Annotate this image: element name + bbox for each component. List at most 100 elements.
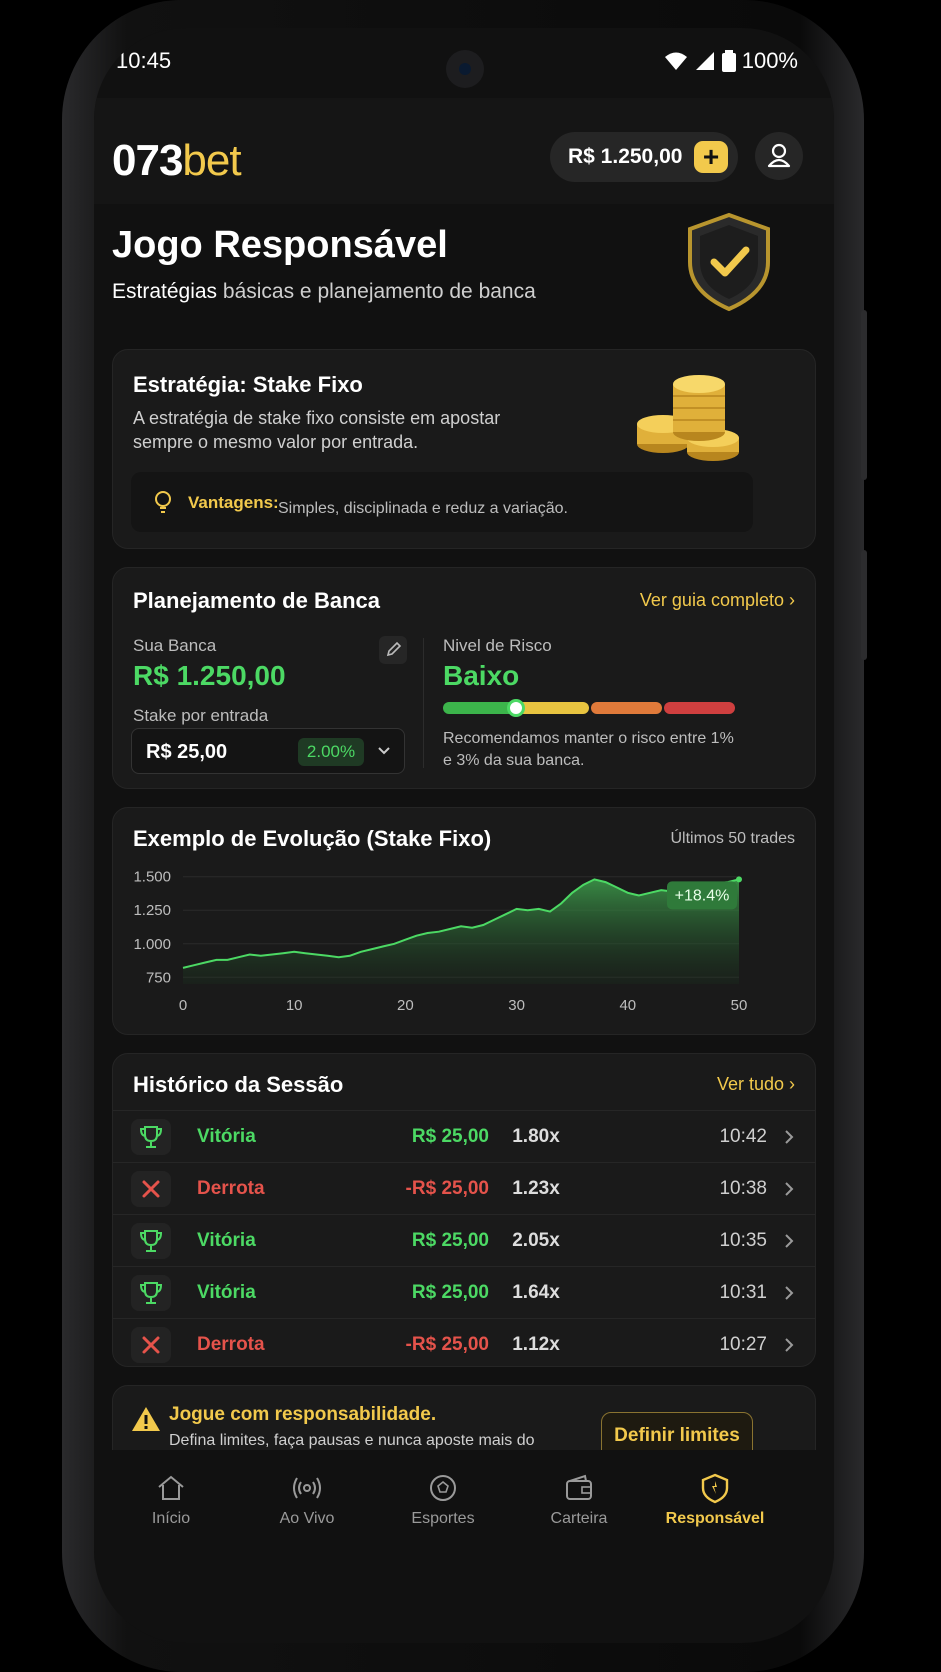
chevron-right-icon [785,1234,794,1248]
history-row[interactable]: Derrota -R$ 25,00 1.23x 10:38 [113,1162,815,1214]
x-tick-label: 50 [731,997,748,1014]
live-icon [293,1477,321,1499]
nav-wallet[interactable]: Carteira [524,1472,634,1528]
nav-sports[interactable]: Esportes [388,1472,498,1528]
history-title: Histórico da Sessão [133,1072,344,1097]
amount-value: R$ 25,00 [411,1282,489,1303]
gain-badge-label: +18.4% [675,887,730,904]
x-tick-label: 20 [397,997,414,1014]
chevron-down-icon [378,747,390,755]
bankroll-title: Planejamento de Banca [133,588,380,613]
chevron-right-icon [785,1182,794,1196]
risk-note: Recomendamos manter o risco entre 1% e 3… [443,730,734,769]
power-button [861,550,867,660]
history-row[interactable]: Derrota -R$ 25,00 1.12x 10:27 [113,1318,815,1370]
balance-value: R$ 1.250,00 [568,145,683,168]
amount-value: -R$ 25,00 [405,1334,489,1355]
page-title: Jogo Responsável [112,224,448,266]
y-tick-label: 1.500 [133,869,171,886]
app-logo[interactable]: 073bet [112,136,242,186]
trophy-icon [139,1282,163,1304]
bottom-nav: Início Ao Vivo Esportes Carteira Respons… [94,1450,834,1560]
nav-live[interactable]: Ao Vivo [252,1472,362,1528]
stake-value: R$ 25,00 [146,741,228,763]
evolution-card: Exemplo de Evolução (Stake Fixo) Últimos… [112,807,816,1035]
advantages-text: Simples, disciplinada e reduz a variação… [278,500,568,517]
profile-button[interactable] [755,132,803,180]
history-row[interactable]: Vitória R$ 25,00 1.64x 10:31 [113,1266,815,1318]
wallet-icon [566,1474,592,1500]
risk-meter [443,699,735,717]
battery-level: 100% [741,48,798,73]
amount-value: R$ 25,00 [411,1126,489,1147]
balance-pill[interactable]: R$ 1.250,00 + [550,132,738,182]
close-icon [142,1180,160,1198]
result-icon-box [131,1223,171,1259]
stake-label: Stake por entrada [133,706,269,725]
nav-home[interactable]: Início [116,1472,226,1528]
front-camera [446,50,484,88]
risk-segment-medium [518,702,589,714]
history-row[interactable]: Vitória R$ 25,00 2.05x 10:35 [113,1214,815,1266]
result-label: Vitória [197,1282,256,1303]
risk-label: Nivel de Risco [443,636,552,655]
x-tick-label: 10 [286,997,303,1014]
multiplier-value: 2.05x [512,1230,560,1251]
pencil-icon [386,641,402,657]
volume-button [861,310,867,480]
risk-segment-high [591,702,662,714]
result-icon-box [131,1119,171,1155]
trophy-icon [139,1230,163,1252]
strategy-description: A estratégia de stake fixo consiste em a… [133,408,501,452]
lightbulb-icon [155,491,171,513]
result-label: Vitória [197,1126,256,1147]
multiplier-value: 1.12x [512,1334,560,1355]
bankroll-card: Planejamento de Banca Ver guia completo … [112,567,816,789]
edit-bank-button[interactable] [379,636,407,664]
history-row[interactable]: Vitória R$ 25,00 1.80x 10:42 [113,1110,815,1162]
x-tick-label: 40 [619,997,636,1014]
bank-value: R$ 1.250,00 [133,660,286,691]
nav-responsible[interactable]: Responsável [660,1472,770,1528]
result-icon-box [131,1171,171,1207]
battery-icon [721,50,736,72]
evolution-title: Exemplo de Evolução (Stake Fixo) [133,826,492,851]
result-label: Vitória [197,1230,256,1251]
time-value: 10:38 [719,1178,767,1199]
see-all-link[interactable]: Ver tudo › [717,1074,795,1095]
risk-segment-low [443,702,516,714]
multiplier-value: 1.64x [512,1282,560,1303]
x-tick-label: 30 [508,997,525,1014]
deposit-plus-button[interactable]: + [694,141,728,173]
home-icon [158,1475,184,1500]
x-tick-label: 0 [179,997,187,1014]
amount-value: R$ 25,00 [411,1230,489,1251]
sports-ball-icon [430,1475,456,1501]
amount-value: -R$ 25,00 [405,1178,489,1199]
chart-area [183,879,739,984]
bank-label: Sua Banca [133,636,217,655]
time-value: 10:31 [719,1282,767,1303]
chart-end-point [736,876,742,883]
warning-title: Jogue com responsabilidade. [169,1404,437,1425]
y-tick-label: 750 [146,969,171,986]
status-bar: 10:45 100% [94,28,834,98]
user-icon [767,143,791,168]
app-screen: 10:45 100% 073bet R$ 1.250,00 + Jogo Res… [94,28,834,1643]
advantages-label: Vantagens: [188,493,279,512]
strategy-title: Estratégia: Stake Fixo [133,372,363,397]
y-tick-label: 1.250 [133,902,171,919]
evolution-chart: 1.500 1.250 1.000 750 0 10 20 30 40 50 +18.4% [133,869,748,1014]
chevron-right-icon [785,1130,794,1144]
multiplier-value: 1.80x [512,1126,560,1147]
stake-percent-badge: 2.00% [298,738,364,766]
evolution-note: Últimos 50 trades [670,830,796,847]
result-label: Derrota [197,1178,265,1199]
full-guide-link[interactable]: Ver guia completo › [640,590,795,611]
time-value: 10:27 [719,1334,767,1355]
shield-icon [701,1473,729,1504]
stake-select[interactable]: R$ 25,00 2.00% [131,728,405,774]
time-value: 10:42 [719,1126,767,1147]
warning-icon [132,1407,160,1431]
result-label: Derrota [197,1334,265,1355]
